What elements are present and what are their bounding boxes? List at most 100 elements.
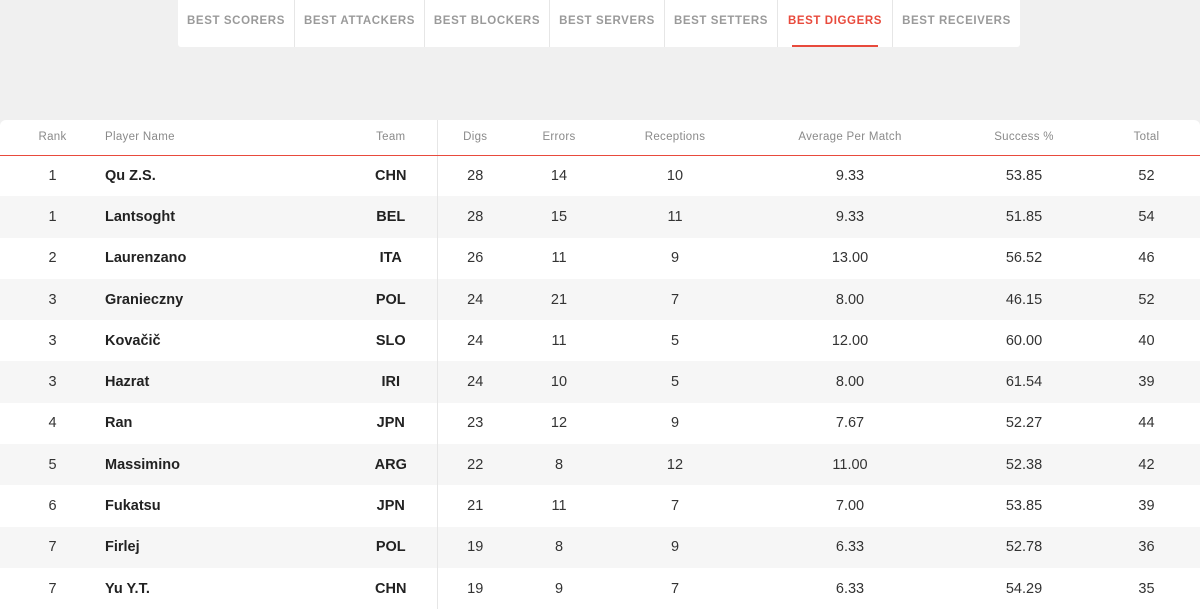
tab-best-setters[interactable]: BEST SETTERS <box>665 0 778 47</box>
cell-team: POL <box>345 278 438 321</box>
tab-best-diggers[interactable]: BEST DIGGERS <box>778 0 893 47</box>
cell-player-name[interactable]: Lantsoght <box>105 196 345 238</box>
tab-label: BEST SETTERS <box>673 15 769 27</box>
cell-team: BEL <box>345 196 438 238</box>
cell-total: 54 <box>1093 196 1200 238</box>
cell-total: 52 <box>1093 278 1200 321</box>
tab-label: BEST ATTACKERS <box>303 15 416 27</box>
cell-player-name[interactable]: Hazrat <box>105 361 345 403</box>
cell-player-name[interactable]: Firlej <box>105 526 345 568</box>
cell-player-name[interactable]: Massimino <box>105 444 345 486</box>
cell-digs: 19 <box>437 526 513 568</box>
cell-digs: 23 <box>467 415 484 432</box>
cell-receptions: 7 <box>605 278 745 321</box>
header-team[interactable]: Team <box>345 120 438 156</box>
cell-receptions: 7 <box>670 498 680 515</box>
cell-success-percent: 54.29 <box>1005 580 1043 597</box>
cell-total: 39 <box>1138 498 1155 515</box>
cell-player-name[interactable]: Kovačič <box>105 320 345 361</box>
cell-player-name[interactable]: Laurenzano <box>105 238 345 279</box>
cell-player-name[interactable]: Fukatsu <box>105 485 345 526</box>
cell-errors: 14 <box>550 167 568 184</box>
header-rank[interactable]: Rank <box>0 120 105 156</box>
cell-rank: 6 <box>48 498 57 515</box>
cell-receptions: 10 <box>666 167 684 184</box>
cell-digs: 26 <box>467 250 484 267</box>
cell-success-percent: 52.38 <box>955 444 1093 486</box>
cell-receptions: 7 <box>670 580 680 597</box>
cell-total: 36 <box>1093 526 1200 568</box>
header-receptions[interactable]: Receptions <box>605 120 745 156</box>
cell-errors: 11 <box>551 332 567 349</box>
cell-team: JPN <box>345 402 438 445</box>
cell-success-percent: 51.85 <box>955 196 1093 238</box>
cell-errors: 15 <box>513 196 605 238</box>
tab-label: BEST RECEIVERS <box>902 15 1011 27</box>
cell-team: JPN <box>345 485 438 527</box>
header-errors[interactable]: Errors <box>513 120 605 156</box>
cell-player-name[interactable]: Qu Z.S. <box>105 155 345 196</box>
cell-errors: 8 <box>513 444 605 486</box>
cell-average-per-match: 9.33 <box>745 196 955 238</box>
cell-errors: 12 <box>550 415 568 432</box>
cell-team: CHN <box>345 567 438 610</box>
cell-rank: 7 <box>48 580 57 597</box>
cell-receptions: 12 <box>605 444 745 486</box>
cell-total: 42 <box>1093 444 1200 486</box>
header-digs[interactable]: Digs <box>437 120 513 156</box>
cell-rank: 3 <box>0 361 105 403</box>
cell-receptions: 5 <box>670 332 680 349</box>
cell-success-percent: 53.85 <box>1005 498 1043 515</box>
tab-best-receivers[interactable]: BEST RECEIVERS <box>893 0 1020 47</box>
cell-total: 39 <box>1093 361 1200 403</box>
diggers-table: Rank Player Name Team Digs Errors Recept… <box>0 120 1200 610</box>
tab-best-servers[interactable]: BEST SERVERS <box>550 0 665 47</box>
tab-label: BEST DIGGERS <box>787 15 883 27</box>
cell-player-name[interactable]: Ran <box>105 403 345 444</box>
cell-digs: 22 <box>437 444 513 486</box>
table-row: 7 Yu Y.T. CHN 19 9 7 6.33 54.29 35 <box>0 567 1200 610</box>
cell-success-percent: 46.15 <box>955 278 1093 321</box>
header-average-per-match[interactable]: Average Per Match <box>745 120 955 156</box>
cell-rank: 1 <box>48 167 57 184</box>
tab-best-scorers[interactable]: BEST SCORERS <box>178 0 295 47</box>
cell-player-name[interactable]: Granieczny <box>105 278 345 321</box>
cell-total: 52 <box>1138 167 1155 184</box>
cell-team: ARG <box>345 444 438 486</box>
cell-team: IRI <box>345 361 438 403</box>
cell-average-per-match: 7.67 <box>835 415 865 432</box>
cell-average-per-match: 6.33 <box>745 526 955 568</box>
cell-receptions: 9 <box>605 526 745 568</box>
cell-success-percent: 53.85 <box>1005 167 1043 184</box>
cell-errors: 21 <box>513 278 605 321</box>
cell-rank: 4 <box>48 415 57 432</box>
cell-digs: 28 <box>467 167 484 184</box>
cell-digs: 24 <box>467 332 484 349</box>
active-tab-indicator <box>792 45 878 47</box>
cell-success-percent: 52.27 <box>1005 415 1043 432</box>
header-player-name[interactable]: Player Name <box>105 120 345 156</box>
cell-team: POL <box>345 526 438 568</box>
cell-rank: 5 <box>0 444 105 486</box>
cell-digs: 28 <box>437 196 513 238</box>
cell-player-name[interactable]: Yu Y.T. <box>105 568 345 609</box>
tab-label: BEST SERVERS <box>559 15 655 27</box>
tab-best-attackers[interactable]: BEST ATTACKERS <box>295 0 425 47</box>
table-row: 7 Firlej POL 19 8 9 6.33 52.78 36 <box>0 526 1200 568</box>
cell-average-per-match: 11.00 <box>745 444 955 486</box>
cell-average-per-match: 6.33 <box>835 580 865 597</box>
header-success-percent[interactable]: Success % <box>955 120 1093 156</box>
cell-digs: 24 <box>437 361 513 403</box>
cell-success-percent: 56.52 <box>1005 250 1043 267</box>
cell-team: ITA <box>345 237 438 279</box>
tab-best-blockers[interactable]: BEST BLOCKERS <box>425 0 550 47</box>
cell-errors: 9 <box>554 580 564 597</box>
cell-total: 46 <box>1138 250 1155 267</box>
table-row: 1 Lantsoght BEL 28 15 11 9.33 51.85 54 <box>0 196 1200 238</box>
cell-errors: 11 <box>551 250 567 267</box>
cell-average-per-match: 9.33 <box>835 167 865 184</box>
header-total[interactable]: Total <box>1093 120 1200 156</box>
cell-total: 35 <box>1138 580 1155 597</box>
table-header-row: Rank Player Name Team Digs Errors Recept… <box>0 120 1200 156</box>
cell-receptions: 9 <box>670 250 680 267</box>
